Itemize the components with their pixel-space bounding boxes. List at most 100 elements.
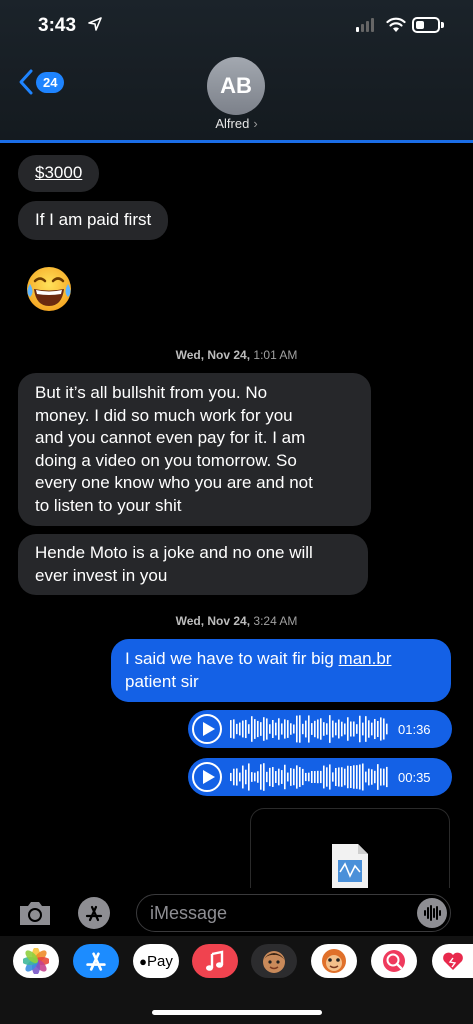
waveform-bar	[320, 718, 322, 740]
message-line: Hende Moto is a joke and no one will	[35, 543, 313, 562]
contact-avatar[interactable]: AB	[207, 57, 265, 115]
photos-app-button[interactable]	[13, 944, 59, 978]
waveform-bar	[353, 765, 355, 789]
waveform-bar	[350, 721, 352, 737]
waveform-bar	[323, 722, 325, 736]
incoming-message[interactable]: But it’s all bullshit from you. No money…	[18, 373, 371, 526]
incoming-message[interactable]: If I am paid first	[18, 201, 169, 240]
waveform-bar	[233, 719, 235, 739]
voice-record-button[interactable]	[417, 898, 447, 928]
waveform-bar	[311, 770, 313, 784]
waveform-bar	[290, 723, 292, 735]
waveform-bar	[380, 717, 382, 741]
digital-touch-app-button[interactable]	[432, 944, 473, 978]
photos-icon	[23, 948, 49, 974]
waveform-bar	[266, 718, 268, 740]
camera-icon[interactable]	[17, 899, 53, 927]
message-line: and you cannot even pay for it. I am	[35, 428, 306, 447]
waveform-bar	[347, 765, 349, 789]
contact-name-button[interactable]: Alfred ›	[0, 116, 473, 131]
document-file-icon	[332, 844, 368, 888]
laughing-tears-emoji-icon	[27, 267, 71, 311]
waveform-bar	[302, 768, 304, 786]
message-link[interactable]: man.br	[339, 649, 392, 668]
waveform-bar	[254, 719, 256, 739]
waveform-bar	[272, 720, 274, 738]
music-app-button[interactable]	[192, 944, 238, 978]
waveform-bar	[263, 717, 265, 741]
waveform-bar	[344, 723, 346, 735]
play-icon	[202, 722, 215, 736]
timestamp-day: Wed, Nov 24,	[175, 614, 251, 628]
audio-message[interactable]: 01:36	[188, 710, 452, 748]
battery-icon	[412, 17, 440, 33]
waveform-bar	[332, 720, 334, 738]
waveform-bar	[299, 767, 301, 787]
waveform-bar	[236, 768, 238, 786]
audio-duration: 01:36	[398, 721, 431, 737]
waveform-bar	[353, 721, 355, 737]
waveform-bar	[335, 722, 337, 736]
waveform-bar	[359, 715, 361, 743]
cellular-signal-icon	[356, 18, 374, 32]
waveform-bar	[239, 772, 241, 782]
waveform-bar	[380, 768, 382, 786]
waveform-bar	[326, 767, 328, 787]
timestamp-time: 3:24 AM	[253, 614, 298, 628]
waveform-bar	[278, 768, 280, 786]
battery-nub	[441, 22, 444, 28]
play-button[interactable]	[192, 714, 222, 744]
apple-pay-label: Pay	[147, 952, 173, 970]
waveform	[230, 763, 388, 791]
waveform-bar	[290, 768, 292, 786]
app-store-app-button[interactable]	[73, 944, 119, 978]
waveform-bar	[329, 764, 331, 790]
message-line: doing a video on you tomorrow. So	[35, 450, 297, 470]
waveform-bar	[308, 772, 310, 782]
waveform-bar	[245, 769, 247, 785]
message-line: patient sir	[125, 671, 199, 691]
waveform-bar	[281, 770, 283, 784]
animoji-app-button[interactable]	[311, 944, 357, 978]
waveform-bar	[368, 768, 370, 786]
apple-pay-app-button[interactable]: ● Pay	[133, 944, 179, 978]
play-icon	[202, 770, 215, 784]
play-button[interactable]	[192, 762, 222, 792]
incoming-message[interactable]: $3000	[18, 155, 100, 192]
web-search-app-button[interactable]	[371, 944, 417, 978]
waveform-bar	[338, 767, 340, 787]
waveform-bar	[365, 716, 367, 742]
timestamp-time: 1:01 AM	[253, 348, 298, 362]
outgoing-message[interactable]: I said we have to wait fir big man.br pa…	[111, 639, 451, 702]
app-store-icon	[85, 905, 103, 922]
memoji-app-button[interactable]	[251, 944, 297, 978]
audio-message[interactable]: 00:35	[188, 758, 452, 796]
animoji-icon	[322, 949, 346, 973]
back-button[interactable]: 24	[18, 68, 65, 96]
message-line: to listen to your shit	[35, 495, 182, 515]
app-store-button[interactable]	[78, 897, 110, 929]
timestamp: Wed, Nov 24, 3:24 AM	[0, 614, 473, 628]
waveform-bar	[350, 766, 352, 788]
chevron-right-icon: ›	[253, 116, 258, 131]
message-line: every one know who you are and not	[35, 473, 313, 492]
waveform-bar	[284, 719, 286, 739]
waveform-bar	[311, 723, 313, 735]
incoming-message[interactable]: Hende Moto is a joke and no one will eve…	[18, 534, 368, 595]
home-indicator[interactable]	[152, 1010, 322, 1015]
message-text[interactable]: $3000	[35, 163, 82, 182]
waveform-bar	[260, 764, 262, 790]
waveform-bar	[233, 768, 235, 786]
waveform-bar	[341, 721, 343, 737]
waveform-bar	[320, 770, 322, 784]
message-input[interactable]	[150, 903, 400, 924]
waveform-bar	[332, 772, 334, 782]
waveform-bar	[347, 717, 349, 741]
waveform-bar	[251, 772, 253, 782]
waveform-bar	[281, 723, 283, 735]
status-time: 3:43	[38, 15, 77, 36]
waveform-bar	[284, 764, 286, 790]
waveform-bar	[248, 724, 250, 734]
waveform-bar	[269, 767, 271, 787]
unread-count-badge: 24	[36, 71, 65, 93]
